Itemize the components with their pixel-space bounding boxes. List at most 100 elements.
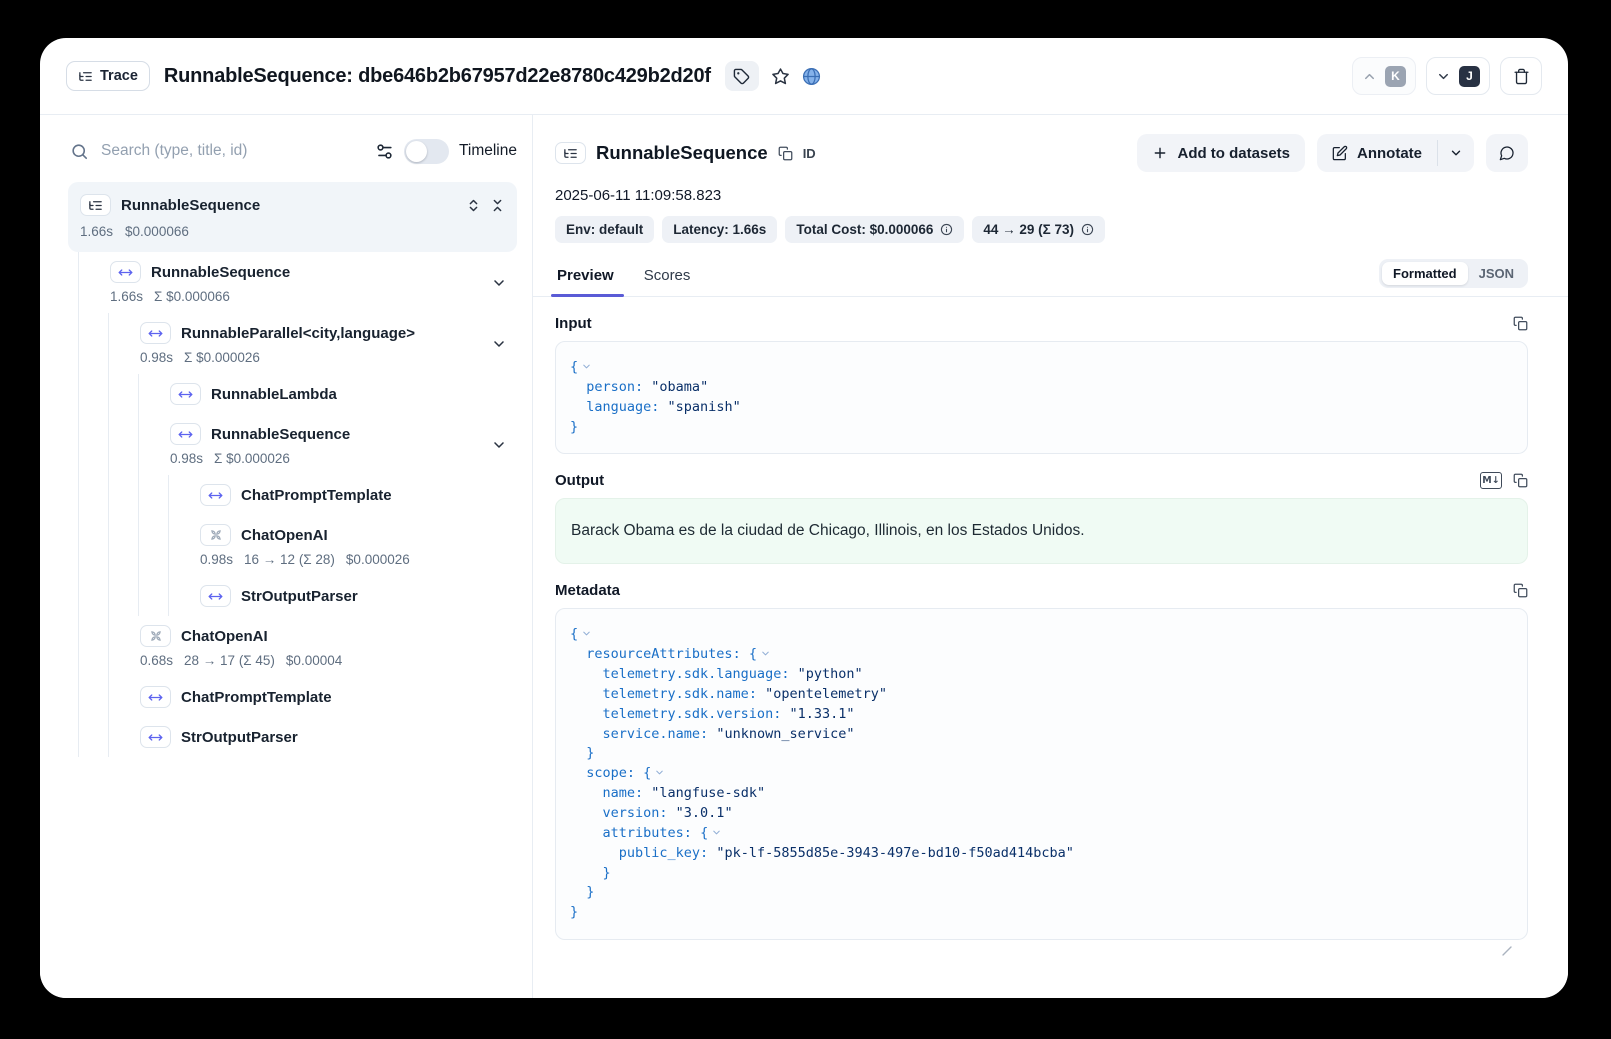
indent-guide [138,576,139,616]
copy-icon[interactable] [1513,583,1528,598]
copy-icon[interactable] [1513,316,1528,331]
chevron-down-icon[interactable] [491,437,507,453]
indent-guide [78,414,79,475]
comment-button[interactable] [1486,134,1528,172]
collapse-chevron-icon[interactable] [581,361,592,372]
kbd-k: K [1385,66,1406,87]
tab-scores[interactable]: Scores [642,261,693,296]
public-globe-button[interactable] [802,67,821,86]
chevron-down-icon[interactable] [491,336,507,352]
metric-badges: Env: defaultLatency: 1.66sTotal Cost: $0… [555,216,1528,243]
span-icon [140,322,171,344]
trace-tree-node[interactable]: RunnableParallel<city,language> 0.98sΣ $0… [68,313,517,374]
span-icon [170,423,201,445]
indent-guide [78,374,79,414]
collapse-chevron-icon[interactable] [654,767,665,778]
search-icon [70,142,89,161]
chevron-down-icon[interactable] [491,275,507,291]
trace-tree-node[interactable]: ChatPromptTemplate [68,677,517,717]
search-input[interactable] [99,141,365,161]
indent-guide [168,515,169,576]
status-badge: 44 → 29 (Σ 73) [972,216,1105,243]
star-icon [771,67,790,86]
span-icon [170,383,201,405]
info-icon[interactable] [940,223,953,236]
filter-settings-icon[interactable] [375,142,394,161]
format-toggle[interactable]: Formatted JSON [1379,259,1528,288]
collapse-chevron-icon[interactable] [711,827,722,838]
tab-preview[interactable]: Preview [555,261,616,296]
format-option-formatted[interactable]: Formatted [1382,262,1468,285]
trace-tree-node[interactable]: RunnableSequence1.66sΣ $0.000066 [68,252,517,313]
indent-guide [78,313,79,374]
indent-guide [138,475,139,515]
node-name: RunnableParallel<city,language> [181,325,415,342]
indent-guide [108,576,109,616]
trace-tree-node[interactable]: StrOutputParser [68,576,517,616]
node-name: RunnableLambda [211,386,337,403]
indent-guide [108,717,109,757]
node-name: ChatPromptTemplate [181,689,332,706]
collapse-all-icon[interactable] [490,198,505,213]
trace-tree-node[interactable]: RunnableLambda [68,374,517,414]
star-button[interactable] [771,67,790,86]
chevron-up-icon [1362,69,1377,84]
root-cost: $0.000066 [125,224,189,239]
copy-id-icon[interactable] [778,146,793,161]
info-icon[interactable] [1081,223,1094,236]
timeline-label: Timeline [459,142,517,160]
root-node-name: RunnableSequence [121,197,260,214]
output-text: Barack Obama es de la ciudad de Chicago,… [555,498,1528,564]
generation-icon [200,524,231,546]
indent-guide [108,616,109,677]
status-badge: Total Cost: $0.000066 [785,216,964,243]
resize-grip[interactable] [1501,945,1512,956]
indent-guide [108,414,109,475]
trace-icon-badge [80,194,111,216]
metadata-section-label: Metadata [555,582,1513,599]
annotate-button[interactable]: Annotate [1317,134,1437,172]
trace-tree-node[interactable]: RunnableSequence0.98sΣ $0.000026 [68,414,517,475]
span-icon [140,686,171,708]
trace-root-row[interactable]: RunnableSequence 1.66s $0.000066 [68,182,517,252]
delete-trace-button[interactable] [1500,57,1542,95]
trace-tree-node[interactable]: ChatOpenAI0.68s28 → 17 (Σ 45)$0.00004 [68,616,517,677]
prev-trace-button[interactable]: K [1352,57,1416,95]
node-name: StrOutputParser [181,729,298,746]
indent-guide [78,515,79,576]
status-badge: Env: default [555,216,654,243]
input-section-label: Input [555,315,1513,332]
node-stats: 0.68s28 → 17 (Σ 45)$0.00004 [140,653,487,668]
trace-tree-node[interactable]: StrOutputParser [68,717,517,757]
copy-icon[interactable] [1513,473,1528,488]
collapse-chevron-icon[interactable] [581,628,592,639]
next-trace-button[interactable]: J [1426,57,1490,95]
span-icon [200,585,231,607]
node-stats: 0.98sΣ $0.000026 [170,451,487,466]
format-option-json[interactable]: JSON [1468,262,1525,285]
expand-all-icon[interactable] [466,198,481,213]
kbd-j: J [1459,66,1480,87]
collapse-chevron-icon[interactable] [760,648,771,659]
markdown-icon[interactable]: M↓ [1480,472,1502,489]
trace-tree-node[interactable]: ChatOpenAI0.98s16 → 12 (Σ 28)$0.000026 [68,515,517,576]
indent-guide [78,252,79,313]
indent-guide [108,677,109,717]
indent-guide [108,313,109,374]
node-stats: 1.66sΣ $0.000066 [110,289,487,304]
detail-title: RunnableSequence [596,142,768,164]
trace-tree-node[interactable]: ChatPromptTemplate [68,475,517,515]
timeline-toggle[interactable] [404,139,449,164]
chevron-down-icon [1449,146,1463,160]
tag-button[interactable] [725,61,759,91]
trace-tree-rows: RunnableSequence1.66sΣ $0.000066Runnable… [68,252,517,757]
page-title: RunnableSequence: dbe646b2b67957d22e8780… [164,65,711,88]
node-name: ChatPromptTemplate [241,487,392,504]
node-stats: 0.98sΣ $0.000026 [140,350,487,365]
output-section-label: Output [555,472,1480,489]
tag-icon [733,68,750,85]
timestamp: 2025-06-11 11:09:58.823 [555,187,1528,204]
trace-badge-label: Trace [100,68,138,84]
add-to-datasets-button[interactable]: Add to datasets [1137,134,1305,172]
annotate-dropdown[interactable] [1438,134,1474,172]
